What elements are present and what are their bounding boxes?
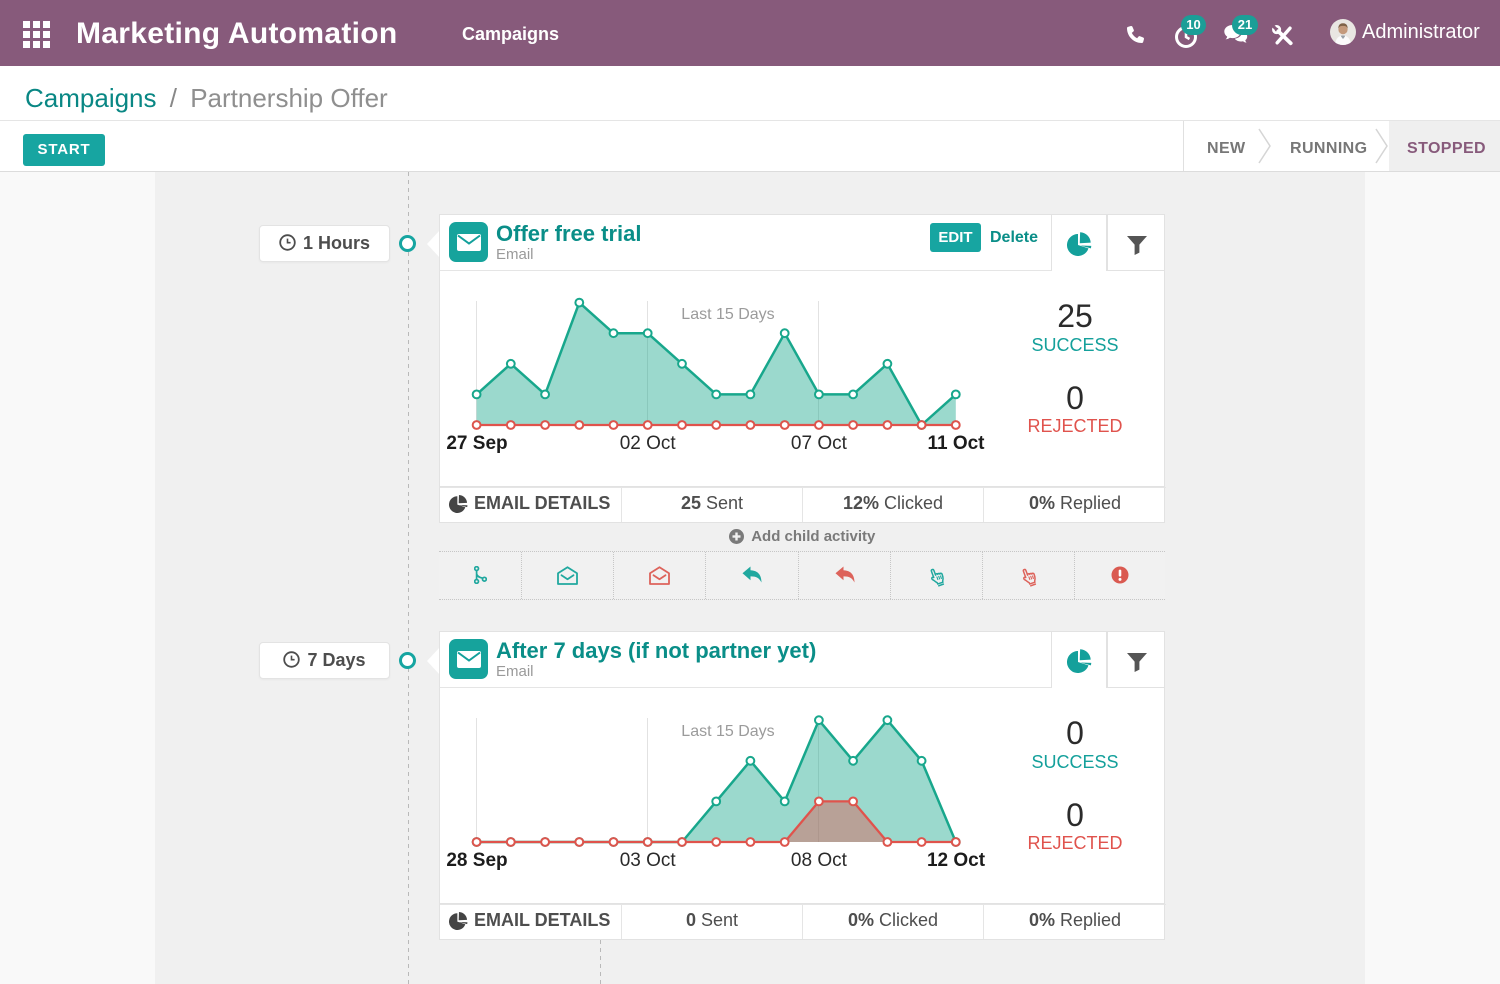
svg-text:07 Oct: 07 Oct xyxy=(791,433,848,454)
svg-text:11 Oct: 11 Oct xyxy=(927,433,985,454)
svg-text:Last 15 Days: Last 15 Days xyxy=(681,306,774,323)
svg-text:28 Sep: 28 Sep xyxy=(446,850,507,871)
svg-text:12 Oct: 12 Oct xyxy=(927,850,986,871)
svg-text:02 Oct: 02 Oct xyxy=(620,433,677,454)
svg-text:03 Oct: 03 Oct xyxy=(620,850,677,871)
svg-text:27 Sep: 27 Sep xyxy=(446,433,507,454)
svg-text:Last 15 Days: Last 15 Days xyxy=(681,723,774,740)
svg-text:08 Oct: 08 Oct xyxy=(791,850,848,871)
